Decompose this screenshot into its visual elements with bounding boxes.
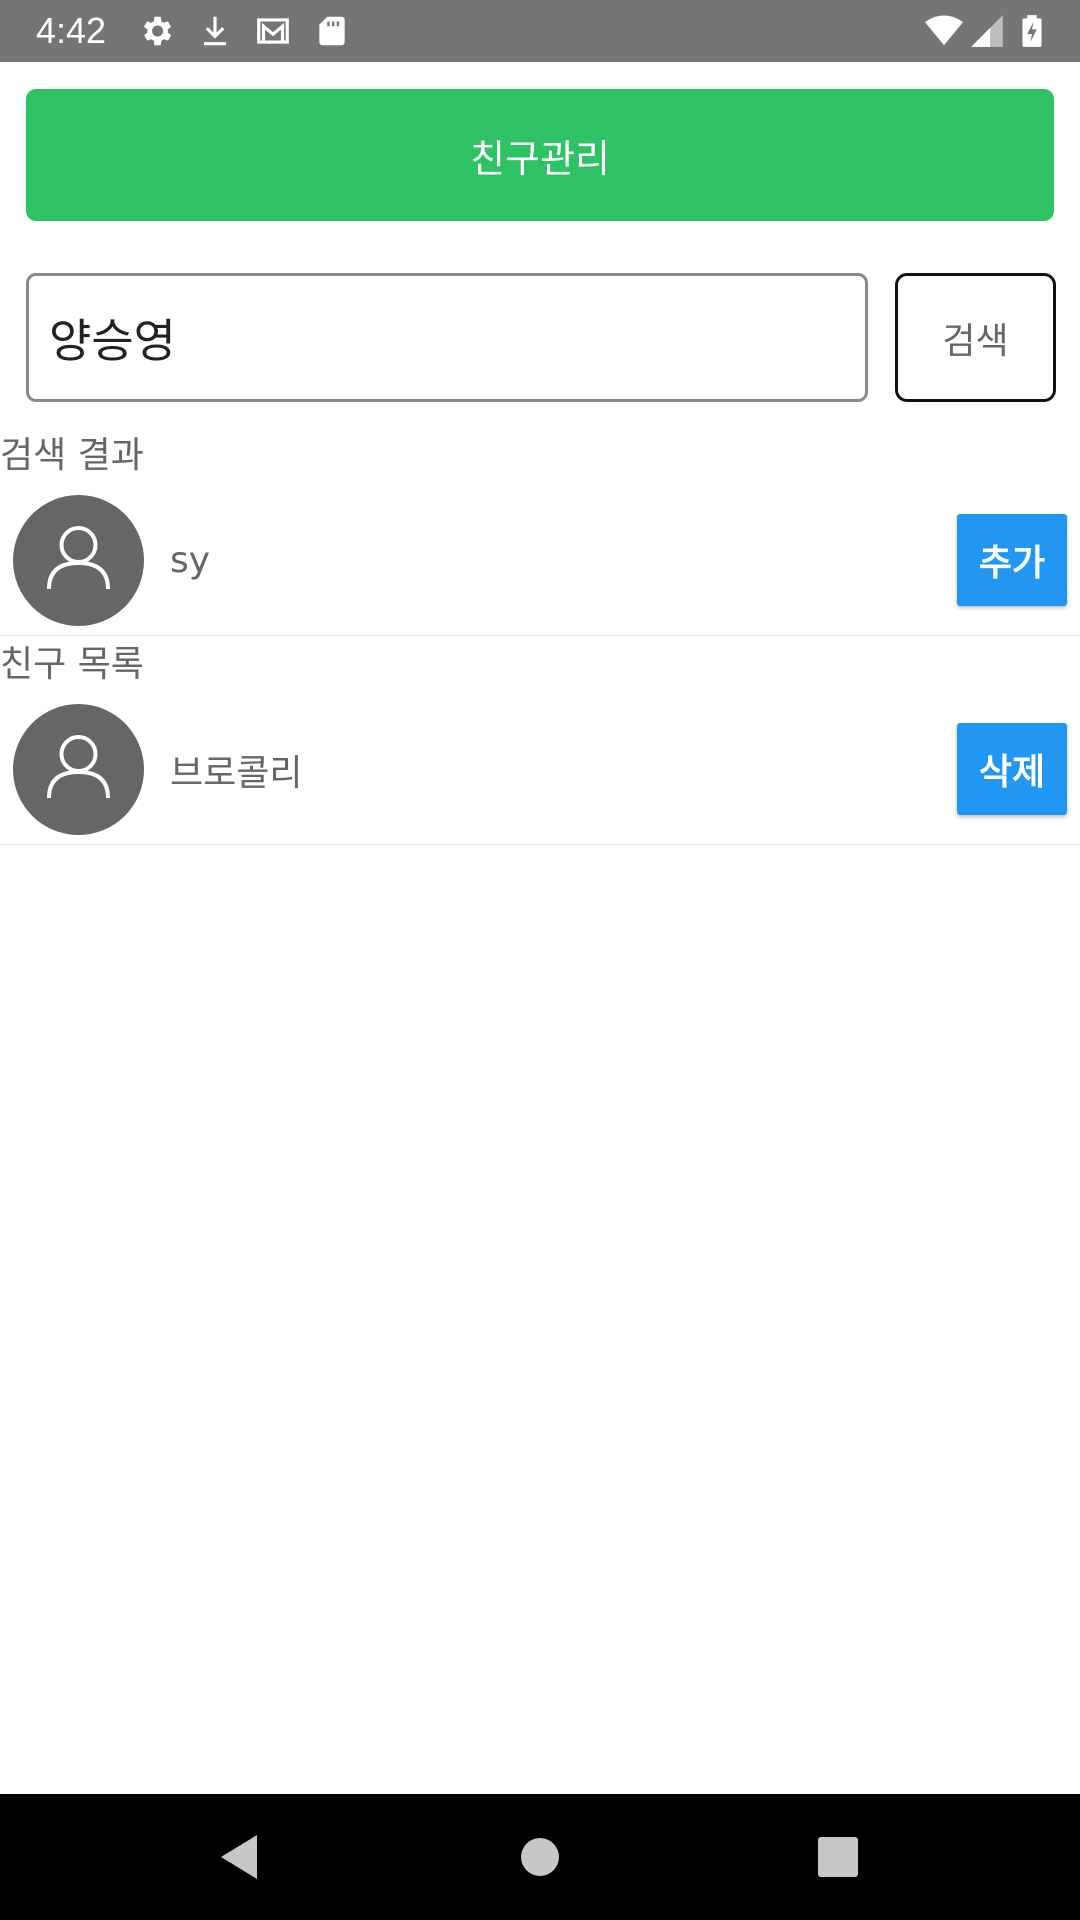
search-input[interactable] <box>26 273 868 402</box>
search-results-title: 검색 결과 <box>0 435 144 476</box>
friend-name: 브로콜리 <box>170 752 303 794</box>
search-button[interactable]: 검색 <box>895 273 1056 402</box>
navigation-bar <box>0 1794 1080 1920</box>
download-icon <box>196 12 234 50</box>
delete-friend-button[interactable]: 삭제 <box>957 723 1067 815</box>
sd-card-icon <box>313 12 351 50</box>
add-friend-button[interactable]: 추가 <box>957 514 1067 606</box>
friend-row: 브로콜리 삭제 <box>0 704 1080 845</box>
delete-friend-button-label: 삭제 <box>978 752 1046 793</box>
home-icon[interactable] <box>510 1827 570 1887</box>
search-result-row: sy 추가 <box>0 495 1080 636</box>
signal-icon <box>968 12 1006 50</box>
page-title: 친구관리 <box>470 136 610 181</box>
back-icon[interactable] <box>209 1827 269 1887</box>
settings-icon <box>137 12 175 50</box>
avatar <box>13 495 144 626</box>
person-icon <box>47 526 110 590</box>
friend-management-screen: 4:42 친구관리 검색 검색 결과 <box>0 0 1080 1920</box>
gmail-icon <box>252 12 294 50</box>
friends-list-title: 친구 목록 <box>0 644 144 685</box>
recents-icon[interactable] <box>808 1827 868 1887</box>
avatar <box>13 704 144 835</box>
status-time: 4:42 <box>36 10 107 51</box>
add-friend-button-label: 추가 <box>978 543 1046 584</box>
status-bar: 4:42 <box>0 0 1080 62</box>
search-button-label: 검색 <box>942 320 1009 362</box>
wifi-icon <box>922 12 966 50</box>
person-icon <box>47 735 110 799</box>
search-result-name: sy <box>170 540 211 581</box>
header-title-bar: 친구관리 <box>26 89 1054 221</box>
battery-charging-icon <box>1012 12 1052 50</box>
